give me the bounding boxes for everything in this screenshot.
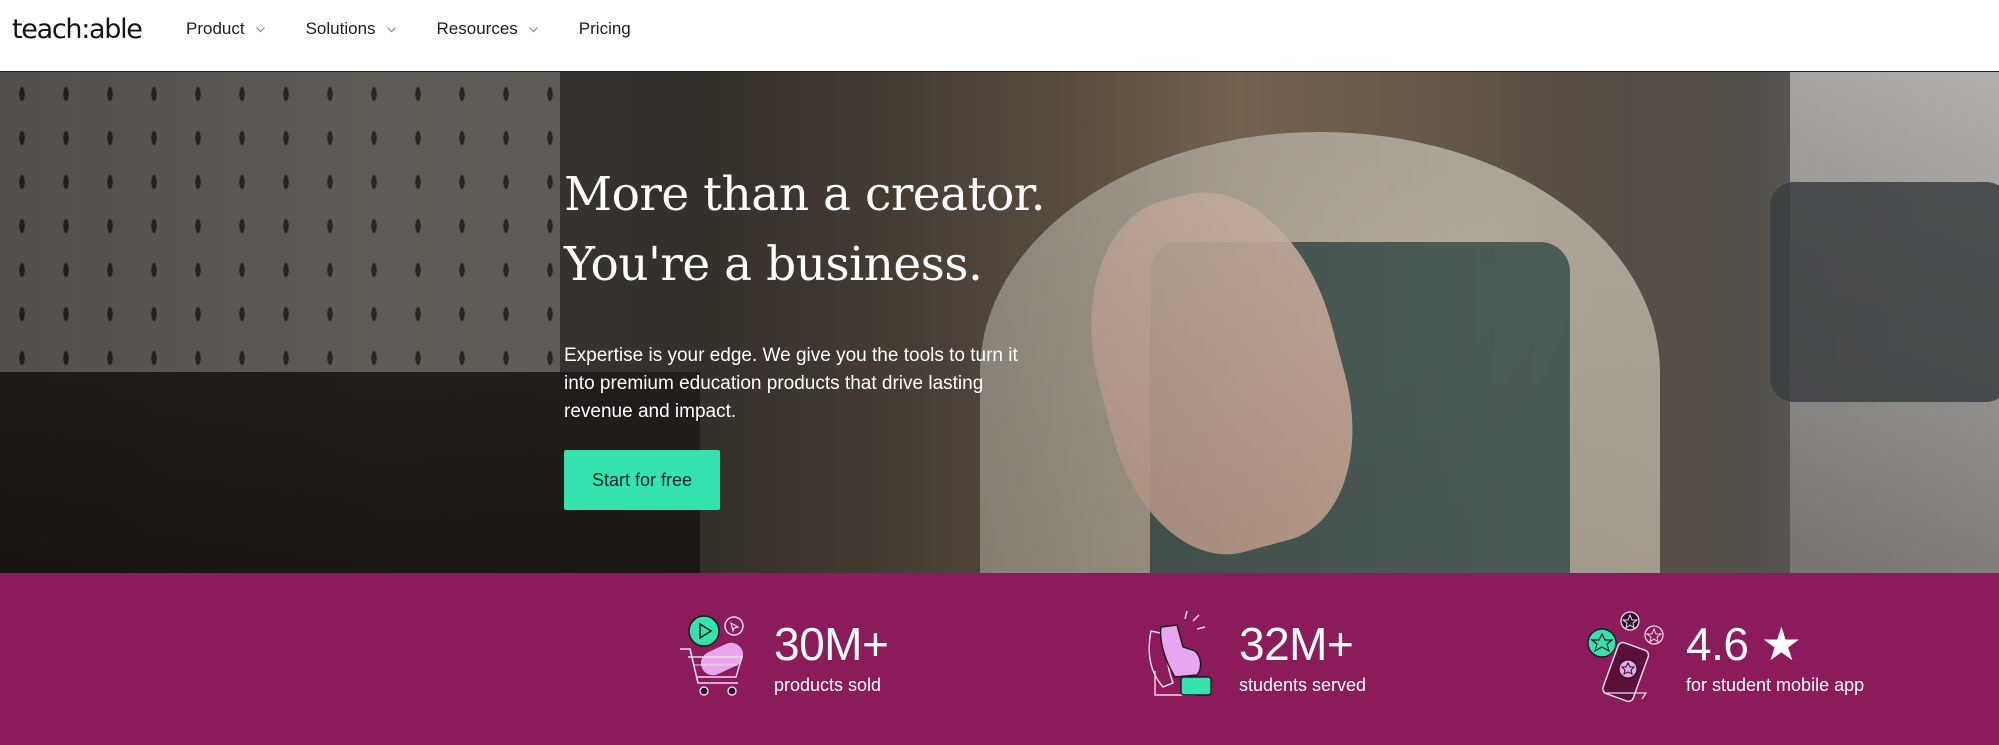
stat-mobile-app-rating: 4.6 ★ for student mobile app xyxy=(1586,611,1864,707)
start-for-free-button[interactable]: Start for free xyxy=(564,450,720,510)
chevron-down-icon xyxy=(528,24,539,35)
stat-value: 32M+ xyxy=(1239,618,1354,670)
mobile-rating-icon xyxy=(1586,611,1672,707)
stat-students-served: 32M+ students served xyxy=(1139,610,1366,707)
chevron-down-icon xyxy=(255,24,266,35)
nav-item-solutions[interactable]: Solutions xyxy=(306,19,397,39)
top-nav: teach:able Product Solutions Resources P… xyxy=(0,0,1999,72)
stat-text: 4.6 ★ for student mobile app xyxy=(1686,611,1864,697)
stat-value: 4.6 ★ xyxy=(1686,618,1802,670)
hero-title: More than a creator. You're a business. xyxy=(564,160,1084,300)
nav-item-label: Pricing xyxy=(578,19,631,38)
nav-item-label: Resources xyxy=(436,19,518,38)
nav-item-label: Product xyxy=(186,19,245,38)
nav-item-pricing[interactable]: Pricing xyxy=(579,19,631,39)
stat-label: for student mobile app xyxy=(1686,675,1865,695)
hero-title-line1: More than a creator. xyxy=(564,167,1046,222)
stats-band: 30M+ products sold 32M+ students served xyxy=(0,573,1999,745)
hero-content: More than a creator. You're a business. … xyxy=(564,160,1084,510)
stat-value: 30M+ xyxy=(774,618,889,670)
hero-subtitle: Expertise is your edge. We give you the … xyxy=(564,345,1018,422)
hero-section: More than a creator. You're a business. … xyxy=(0,72,1999,573)
hero-title-line2: You're a business. xyxy=(564,237,983,292)
stat-products-sold: 30M+ products sold xyxy=(674,611,889,707)
stat-text: 32M+ students served xyxy=(1239,611,1366,697)
nav-menu: Product Solutions Resources Pricing xyxy=(186,0,671,58)
teachable-logo[interactable]: teach:able xyxy=(12,14,143,45)
stat-text: 30M+ products sold xyxy=(774,611,889,697)
chevron-down-icon xyxy=(386,24,397,35)
nav-item-product[interactable]: Product xyxy=(186,19,266,39)
shopping-cart-icon xyxy=(674,611,760,707)
stat-label: students served xyxy=(1239,675,1367,695)
stat-label: products sold xyxy=(774,675,882,695)
nav-item-label: Solutions xyxy=(305,19,376,38)
nav-item-resources[interactable]: Resources xyxy=(437,19,539,39)
clapping-hands-icon xyxy=(1139,610,1225,707)
